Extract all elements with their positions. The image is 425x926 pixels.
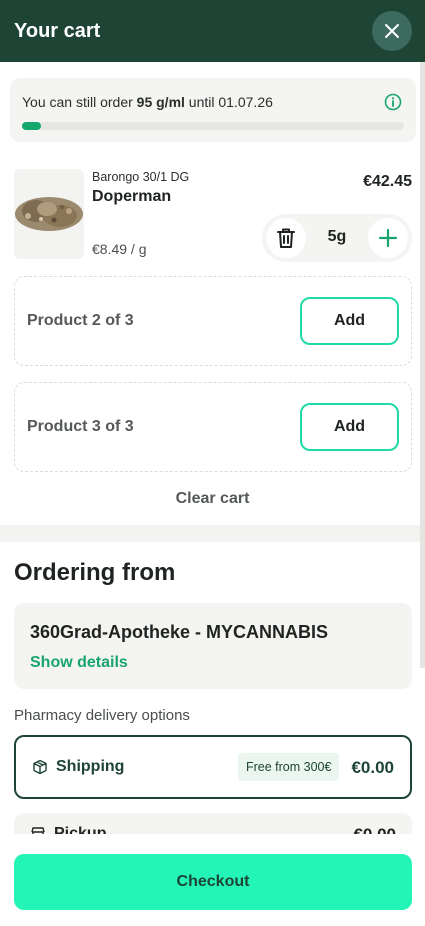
trash-icon [277,228,295,248]
slot-label: Product 3 of 3 [27,418,134,435]
pharmacy-card: 360Grad-Apotheke - MYCANNABIS Show detai… [14,603,412,689]
package-icon [33,759,47,775]
store-icon [31,827,45,834]
shipping-price: €0.00 [351,758,394,777]
delivery-option-pickup[interactable]: Pickup €0.00 [14,813,412,834]
product-image [14,169,84,259]
checkout-button[interactable]: Checkout [14,854,412,910]
pharmacy-name: 360Grad-Apotheke - MYCANNABIS [30,622,329,642]
quantity-value: 5g [327,228,347,245]
order-limit-box: You can still order 95 g/ml until 01.07.… [10,78,416,142]
checkout-footer: Checkout [0,834,425,926]
page-title: Your cart [14,19,101,42]
close-icon [385,24,399,38]
order-limit-text: You can still order 95 g/ml until 01.07.… [22,94,273,110]
line-total: €42.45 [363,173,412,190]
close-button[interactable] [372,11,412,51]
cart-header: Your cart [0,0,425,62]
product-brand: Barongo 30/1 DG [92,170,190,184]
unit-price: €8.49 / g [92,241,147,257]
order-limit-progress-fill [22,122,42,130]
pickup-price: €0.00 [353,825,396,834]
increase-quantity-button[interactable] [368,218,408,258]
empty-product-slot: Product 3 of 3 Add [14,382,412,472]
pickup-label: Pickup [54,825,107,834]
info-icon[interactable] [384,93,402,111]
delivery-options-label: Pharmacy delivery options [14,707,190,724]
cart-item: Barongo 30/1 DG Doperman €8.49 / g €42.4… [14,169,412,262]
cart-scroll-area[interactable]: You can still order 95 g/ml until 01.07.… [0,62,420,834]
quantity-stepper: 5g [262,214,412,262]
show-details-link[interactable]: Show details [30,654,128,672]
free-shipping-badge: Free from 300€ [238,753,340,781]
clear-cart-button[interactable]: Clear cart [0,490,420,508]
add-product-button[interactable]: Add [300,297,399,345]
slot-label: Product 2 of 3 [27,312,134,329]
order-limit-progress [22,122,404,130]
plus-icon [378,228,398,248]
remove-item-button[interactable] [266,218,306,258]
empty-product-slot: Product 2 of 3 Add [14,276,412,366]
add-product-button[interactable]: Add [300,403,399,451]
shipping-label: Shipping [56,758,125,775]
scrollbar[interactable] [420,62,425,668]
ordering-from-heading: Ordering from [14,559,176,586]
delivery-option-shipping[interactable]: Shipping Free from 300€ €0.00 [14,735,412,799]
product-name[interactable]: Doperman [92,188,171,206]
section-divider [0,525,420,542]
